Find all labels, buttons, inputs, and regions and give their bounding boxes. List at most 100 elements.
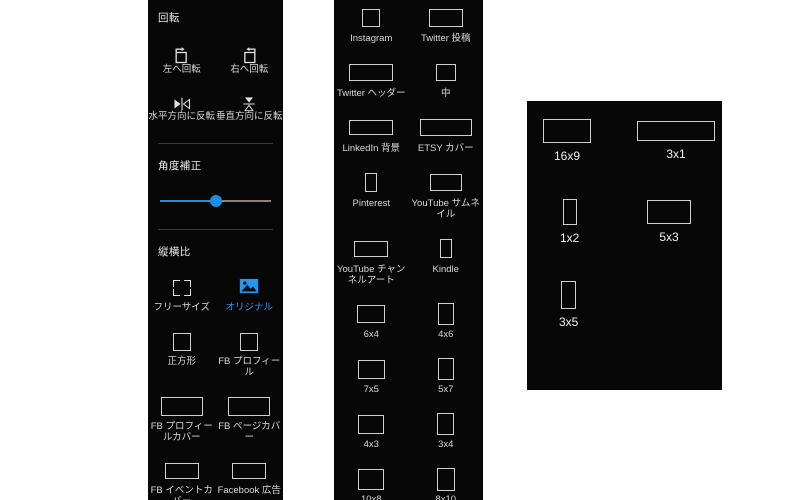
aspect-option[interactable]: FB プロフィール xyxy=(216,331,284,379)
preset-box-icon xyxy=(365,171,378,195)
preset-option-label: 8x10 xyxy=(435,494,457,500)
preset-option[interactable]: YouTube サムネイル xyxy=(409,171,484,221)
editor-panel: 回転 左へ回転 右へ回転 水平方向に反転 垂直方向に反転 角度補正 縦横比 フリ… xyxy=(148,0,283,500)
rotate-right-label: 右へ回転 xyxy=(230,64,269,75)
flip-horizontal-button[interactable]: 水平方向に反転 xyxy=(148,96,216,123)
aspect-box-icon xyxy=(428,9,463,27)
preset-option[interactable]: 3x4 xyxy=(409,412,484,451)
aspect-option-label: Facebook 広告 xyxy=(217,485,281,497)
preset-option[interactable]: Kindle xyxy=(409,237,484,287)
aspect-option-label: FB ページカバー xyxy=(218,420,281,443)
angle-slider-thumb[interactable] xyxy=(209,194,222,207)
preset-option-label: Kindle xyxy=(432,263,459,275)
preset-option[interactable]: 中 xyxy=(409,61,484,100)
preset-option[interactable]: Twitter ヘッダー xyxy=(334,61,409,100)
aspect-box-icon xyxy=(349,64,394,82)
square-box-icon xyxy=(240,331,259,353)
rotate-right-button[interactable]: 右へ回転 xyxy=(216,45,284,76)
aspect-option-label: フリーサイズ xyxy=(153,301,211,313)
preset-option-label: 10x8 xyxy=(360,494,382,500)
preset-option[interactable]: Twitter 投稿 xyxy=(409,6,484,45)
ratio-option[interactable]: 1x2 xyxy=(560,199,579,245)
aspect-box-icon xyxy=(354,240,389,257)
flip-vertical-label: 垂直方向に反転 xyxy=(215,110,283,122)
preset-option-label: 中 xyxy=(440,87,451,99)
aspect-option[interactable]: フリーサイズ xyxy=(148,277,216,314)
free-size-icon xyxy=(172,277,191,299)
preset-box-icon xyxy=(436,467,455,491)
preset-option[interactable]: 6x4 xyxy=(334,302,409,341)
preset-option[interactable]: 5x7 xyxy=(409,357,484,396)
aspect-box-icon xyxy=(357,359,385,379)
preset-option-label: ETSY カバー xyxy=(417,142,474,154)
preset-option[interactable]: 10x8 xyxy=(334,467,409,500)
aspect-option[interactable]: Facebook 広告 xyxy=(216,460,284,500)
ratio-box-icon xyxy=(562,199,577,225)
preset-box-icon xyxy=(437,302,454,326)
preset-option-label: Instagram xyxy=(350,33,393,44)
aspect-box-icon xyxy=(437,413,455,436)
ratio-option-label: 16x9 xyxy=(553,149,581,163)
preset-box-icon xyxy=(435,61,456,85)
aspect-option[interactable]: FB ページカバー xyxy=(216,396,284,444)
preset-option-label: Twitter ヘッダー xyxy=(336,87,406,99)
ratio-option[interactable]: 3x1 xyxy=(637,121,715,161)
section-title-straighten: 角度補正 xyxy=(158,159,202,172)
preset-box-icon xyxy=(437,357,454,381)
wide-box-icon xyxy=(232,460,267,482)
preset-option[interactable]: YouTube チャンネルアート xyxy=(334,237,409,287)
aspect-box-icon xyxy=(436,467,455,491)
wide-box-icon xyxy=(160,396,203,418)
wide-box-icon xyxy=(164,460,199,482)
preset-option[interactable]: 4x3 xyxy=(334,412,409,451)
aspect-option-label: 正方形 xyxy=(167,355,196,367)
preset-option-label: Twitter 投稿 xyxy=(420,33,471,44)
aspect-option[interactable]: FB プロフィールカバー xyxy=(148,396,216,444)
rotate-left-icon xyxy=(172,45,192,65)
flip-vertical-icon xyxy=(240,96,258,112)
aspect-box-icon xyxy=(240,332,259,351)
angle-slider[interactable] xyxy=(160,191,271,211)
ratio-option[interactable]: 3x5 xyxy=(559,281,578,329)
aspect-box-icon xyxy=(419,119,472,137)
preset-option-label: YouTube チャンネルアート xyxy=(337,263,406,286)
original-image-icon xyxy=(239,277,259,299)
preset-option[interactable]: Instagram xyxy=(334,6,409,45)
ratio-option[interactable]: 16x9 xyxy=(543,119,591,163)
preset-option[interactable]: 8x10 xyxy=(409,467,484,500)
preset-option[interactable]: 4x6 xyxy=(409,302,484,341)
preset-box-icon xyxy=(429,171,462,195)
aspect-box-icon xyxy=(437,303,454,326)
preset-option-label: 6x4 xyxy=(363,329,379,341)
ratio-box-icon xyxy=(561,281,577,309)
ratio-box-icon xyxy=(637,121,715,141)
preset-option[interactable]: 7x5 xyxy=(334,357,409,396)
preset-option[interactable]: LinkedIn 背景 xyxy=(334,116,409,155)
square-box-icon xyxy=(172,331,191,353)
flip-vertical-button[interactable]: 垂直方向に反転 xyxy=(216,96,284,123)
preset-option-label: YouTube サムネイル xyxy=(411,197,480,220)
ratio-box-icon xyxy=(543,119,591,143)
preset-box-icon xyxy=(358,467,385,491)
presets-panel: Instagram Twitter 投稿 Twitter ヘッダー 中 LinkedIn… xyxy=(334,0,483,500)
preset-box-icon xyxy=(437,412,455,436)
aspect-box-icon xyxy=(358,468,385,490)
preset-option-label: 4x3 xyxy=(363,439,379,451)
ratio-option[interactable]: 5x3 xyxy=(647,200,691,244)
preset-box-icon xyxy=(428,6,463,30)
preset-option[interactable]: ETSY カバー xyxy=(409,116,484,155)
aspect-option[interactable]: FB イベントカバー xyxy=(148,460,216,500)
rotate-left-button[interactable]: 左へ回転 xyxy=(148,45,216,76)
rotate-right-icon xyxy=(239,45,259,65)
free-size-icon xyxy=(172,279,191,296)
flip-horizontal-label: 水平方向に反転 xyxy=(148,110,215,122)
aspect-option[interactable]: オリジナル xyxy=(216,277,284,314)
preset-option-label: 4x6 xyxy=(438,329,454,341)
presets-grid: Instagram Twitter 投稿 Twitter ヘッダー 中 LinkedIn… xyxy=(334,0,483,500)
ratio-option-label: 5x3 xyxy=(659,230,679,244)
aspect-box-icon xyxy=(228,397,271,417)
preset-option[interactable]: Pinterest xyxy=(334,171,409,221)
aspect-option[interactable]: 正方形 xyxy=(148,331,216,379)
aspect-box-icon xyxy=(349,120,394,136)
preset-box-icon xyxy=(349,116,394,140)
